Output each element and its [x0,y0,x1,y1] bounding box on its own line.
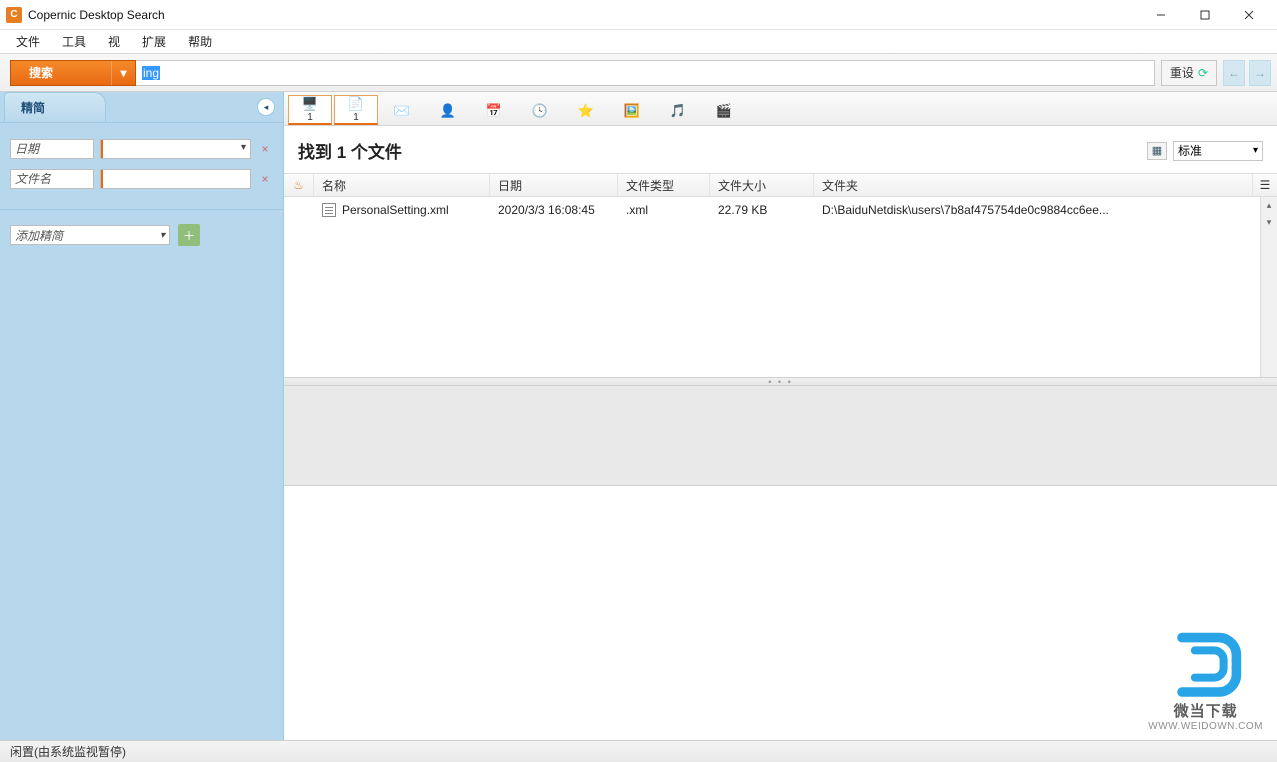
desktop-icon: 🖥️ [302,96,318,112]
music-icon: 🎵 [670,103,686,119]
search-bar: 搜索 ▾ ing 重设 ⟳ ← → [0,54,1277,92]
menu-tools[interactable]: 工具 [52,31,96,52]
window-minimize-button[interactable] [1139,0,1183,30]
sidebar-collapse-button[interactable]: ◂ [257,98,275,116]
category-contacts[interactable]: 👤 [426,95,470,125]
add-filter-label: 添加精简 [15,227,63,244]
table-row[interactable]: PersonalSetting.xml 2020/3/3 16:08:45 .x… [284,197,1277,223]
column-name[interactable]: 名称 [314,174,490,196]
chevron-down-icon: ▾ [241,142,246,153]
category-pictures[interactable]: 🖼️ [610,95,654,125]
column-date[interactable]: 日期 [490,174,618,196]
category-emails[interactable]: ✉️ [380,95,424,125]
category-bar: 🖥️1 📄1 ✉️ 👤 📅 🕓 ⭐ 🖼️ 🎵 🎬 [284,92,1277,126]
nav-forward-button[interactable]: → [1249,60,1271,86]
reset-icon: ⟳ [1198,66,1208,80]
star-icon: ⭐ [578,103,594,119]
search-button[interactable]: 搜索 ▾ [10,60,136,86]
calendar-icon: 📅 [486,103,502,119]
mail-icon: ✉️ [394,103,410,119]
grid-view-button[interactable]: ▦ [1147,142,1167,160]
status-bar: 闲置(由系统监视暂停) [0,740,1277,762]
column-relevance[interactable]: ♨ [284,174,314,196]
menu-file[interactable]: 文件 [6,31,50,52]
picture-icon: 🖼️ [624,103,640,119]
column-size[interactable]: 文件大小 [710,174,814,196]
category-files[interactable]: 📄1 [334,95,378,125]
preview-splitter[interactable]: • • • [284,377,1277,386]
chevron-down-icon: ▾ [160,230,165,241]
category-videos[interactable]: 🎬 [702,95,746,125]
filter-row-filename: 文件名 × [10,169,273,189]
file-type: .xml [618,203,710,217]
sidebar-tab-refine[interactable]: 精简 [4,92,106,122]
file-date: 2020/3/3 16:08:45 [490,203,618,217]
results-scrollbar[interactable]: ▴ ▾ [1260,197,1277,377]
search-button-label: 搜索 [11,64,53,81]
scroll-down-icon[interactable]: ▾ [1261,214,1277,231]
column-folder[interactable]: 文件夹 [814,174,1253,196]
results-table-header: ♨ 名称 日期 文件类型 文件大小 文件夹 ☰ [284,173,1277,197]
column-config-button[interactable]: ☰ [1253,174,1277,196]
category-history[interactable]: 🕓 [518,95,562,125]
file-name: PersonalSetting.xml [342,203,449,217]
results-table-body: PersonalSetting.xml 2020/3/3 16:08:45 .x… [284,197,1277,377]
scroll-up-icon[interactable]: ▴ [1261,197,1277,214]
window-close-button[interactable] [1227,0,1271,30]
filter-field-select[interactable]: 日期 [10,139,94,159]
nav-back-button[interactable]: ← [1223,60,1245,86]
chevron-down-icon: ▾ [1253,145,1258,156]
search-dropdown-icon[interactable]: ▾ [111,61,135,85]
filter-value-input[interactable] [100,169,251,189]
document-icon: 📄 [348,96,364,112]
reset-label: 重设 [1170,64,1194,81]
flame-icon: ♨ [293,178,304,192]
main-content: 🖥️1 📄1 ✉️ 👤 📅 🕓 ⭐ 🖼️ 🎵 🎬 找到 1 个文件 ▦ 标准 ▾… [284,92,1277,740]
add-filter-button[interactable]: ＋ [178,224,200,246]
search-query-text: ing [142,66,160,80]
menu-view[interactable]: 视 [98,31,130,52]
menu-extensions[interactable]: 扩展 [132,31,176,52]
filter-field-select[interactable]: 文件名 [10,169,94,189]
column-type[interactable]: 文件类型 [618,174,710,196]
preview-pane-header [284,386,1277,486]
view-mode-select[interactable]: 标准 ▾ [1173,141,1263,161]
filter-remove-button[interactable]: × [257,142,273,156]
add-filter-select[interactable]: 添加精简 ▾ [10,225,170,245]
status-text: 闲置(由系统监视暂停) [10,743,126,760]
file-icon [322,203,336,217]
app-icon: C [6,7,22,23]
filter-row-date: 日期 ▾ × [10,139,273,159]
title-bar: C Copernic Desktop Search [0,0,1277,30]
preview-pane [284,486,1277,740]
window-title: Copernic Desktop Search [28,8,165,22]
contact-icon: 👤 [440,103,456,119]
video-icon: 🎬 [716,103,732,119]
results-heading: 找到 1 个文件 [298,138,402,163]
menu-bar: 文件 工具 视 扩展 帮助 [0,30,1277,54]
category-calendar[interactable]: 📅 [472,95,516,125]
filter-value-input[interactable]: ▾ [100,139,251,159]
sidebar: 精简 ◂ 日期 ▾ × 文件名 × 添加精简 ▾ ＋ [0,92,284,740]
window-maximize-button[interactable] [1183,0,1227,30]
file-folder: D:\BaiduNetdisk\users\7b8af475754de0c988… [814,203,1259,217]
filter-remove-button[interactable]: × [257,172,273,186]
category-music[interactable]: 🎵 [656,95,700,125]
view-mode-label: 标准 [1178,142,1202,159]
history-icon: 🕓 [532,103,548,119]
category-all[interactable]: 🖥️1 [288,95,332,125]
menu-help[interactable]: 帮助 [178,31,222,52]
file-size: 22.79 KB [710,203,814,217]
category-favorites[interactable]: ⭐ [564,95,608,125]
search-input[interactable]: ing [136,60,1155,86]
reset-button[interactable]: 重设 ⟳ [1161,60,1217,86]
